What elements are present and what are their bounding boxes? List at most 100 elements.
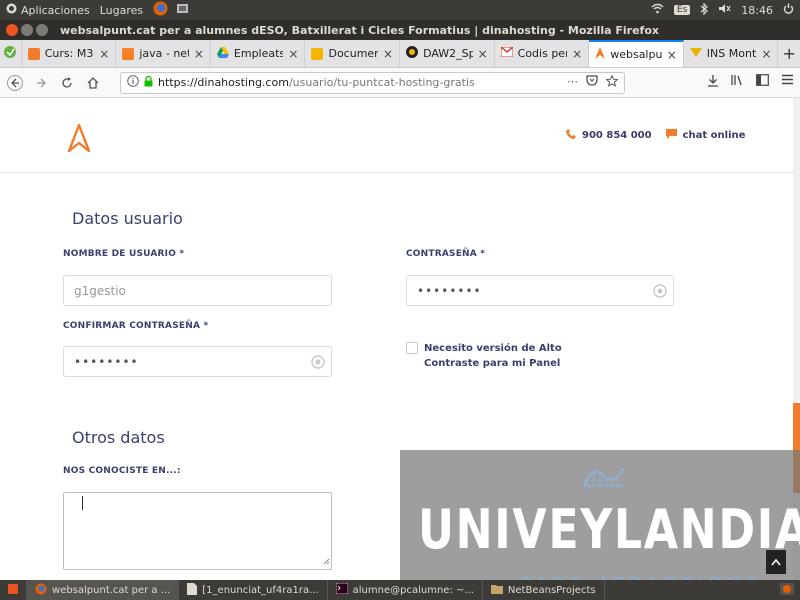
show-confirm-password-eye-icon[interactable]	[311, 355, 325, 369]
window-maximize-icon[interactable]	[36, 24, 48, 36]
confirm-password-input[interactable]: ••••••••	[63, 346, 332, 377]
firefox-icon	[35, 583, 47, 598]
scroll-to-top-button[interactable]	[766, 550, 786, 574]
site-header: 900 854 000 chat online	[0, 98, 793, 173]
taskbar-item-firefox[interactable]: websalpunt.cat per a ...	[27, 580, 180, 600]
tab-stackoverflow[interactable]: java - netbeans ×	[116, 40, 211, 67]
bluetooth-icon[interactable]	[700, 2, 709, 18]
phone-number[interactable]: 900 854 000	[582, 130, 652, 141]
window-close-icon[interactable]	[6, 24, 18, 36]
watermark-overlay: UNIVEYLANDIA PARC ATRACCIONS	[400, 450, 800, 600]
taskbar-item-label: alumne@pcalumne: ~...	[352, 584, 474, 596]
confirm-password-label: CONFIRMAR CONTRASEÑA *	[63, 321, 209, 331]
taskbar-item-terminal[interactable]: alumne@pcalumne: ~...	[328, 580, 483, 600]
tab-moodle[interactable]: Curs: M3 Progr ×	[22, 40, 117, 67]
tab-close-icon[interactable]: ×	[194, 47, 204, 61]
applications-menu[interactable]: Aplicaciones	[6, 3, 90, 17]
forward-arrow-icon[interactable]	[32, 74, 50, 92]
tab-websalpunt[interactable]: websalpunt.cat ×	[589, 40, 684, 67]
pinned-tab-icon	[3, 45, 17, 62]
system-top-panel: Aplicaciones Lugares Es 18:46	[0, 0, 800, 20]
high-contrast-label[interactable]: Necesito versión de Alto Contraste para …	[424, 341, 562, 371]
tab-close-icon[interactable]: ×	[478, 47, 488, 61]
back-arrow-icon[interactable]	[6, 74, 24, 92]
how-found-us-textarea[interactable]	[63, 492, 332, 570]
tab-ins-montsia[interactable]: INS Montsià | F ×	[684, 40, 779, 67]
tab-gmail[interactable]: Codis per a reg ×	[495, 40, 590, 67]
tab-google-drive[interactable]: Empleats: Goo ×	[211, 40, 306, 67]
password-label: CONTRASEÑA *	[406, 249, 486, 259]
rollercoaster-logo-icon	[582, 462, 626, 491]
how-found-us-label: NOS CONOCISTE EN...:	[63, 466, 181, 476]
tab-close-icon[interactable]: ×	[761, 47, 771, 61]
stackoverflow-favicon-icon	[122, 47, 135, 60]
section-title-user: Datos usuario	[72, 209, 183, 228]
chat-online-link[interactable]: chat online	[665, 129, 746, 142]
places-label: Lugares	[99, 3, 144, 17]
address-bar[interactable]: https://dinahosting.com/usuario/tu-puntc…	[120, 71, 625, 94]
new-tab-button[interactable]: +	[778, 40, 800, 67]
document-icon	[187, 582, 198, 598]
high-contrast-label-line2: Contraste para mi Panel	[424, 358, 561, 369]
applications-label: Aplicaciones	[21, 3, 90, 17]
bottom-taskbar: websalpunt.cat per a ... [1_enunciat_uf4…	[0, 580, 800, 600]
tab-label: websalpunt.cat	[610, 48, 662, 61]
downloads-icon[interactable]	[707, 74, 719, 91]
pinned-tab[interactable]	[0, 40, 22, 67]
sidebar-icon[interactable]	[756, 74, 769, 91]
chevron-up-icon	[771, 555, 781, 569]
tab-documents[interactable]: Documents ×	[305, 40, 401, 67]
resize-grip-icon[interactable]	[323, 555, 330, 568]
places-menu[interactable]: Lugares	[100, 4, 143, 17]
moodle-favicon-icon	[27, 47, 40, 60]
tab-label: Curs: M3 Progr	[44, 47, 95, 60]
folder-icon	[490, 584, 503, 597]
info-icon[interactable]	[127, 75, 139, 90]
password-input[interactable]: ••••••••	[406, 275, 674, 306]
google-drive-favicon-icon	[216, 46, 229, 61]
clock[interactable]: 18:46	[741, 4, 773, 17]
username-value: g1gestio	[74, 283, 126, 298]
navigation-toolbar: https://dinahosting.com/usuario/tu-puntc…	[0, 68, 800, 98]
dinahosting-logo-icon[interactable]	[67, 123, 91, 155]
username-input[interactable]: g1gestio	[63, 275, 332, 306]
password-value: ••••••••	[417, 283, 482, 298]
pocket-icon[interactable]	[586, 75, 598, 90]
taskbar-item-file-manager[interactable]: NetBeansProjects	[483, 580, 605, 600]
tab-label: DAW2_Sprint1	[423, 47, 473, 60]
bookmark-star-icon[interactable]	[605, 74, 619, 90]
high-contrast-checkbox[interactable]	[406, 342, 418, 354]
show-desktop-button[interactable]	[0, 580, 27, 600]
watermark-title: UNIVEYLANDIA	[418, 498, 800, 561]
wifi-icon[interactable]	[651, 3, 664, 17]
terminal-icon	[335, 582, 349, 597]
tab-close-icon[interactable]: ×	[288, 47, 298, 61]
show-password-eye-icon[interactable]	[653, 284, 667, 298]
taskbar-item-document[interactable]: [1_enunciat_uf4ra1ra...	[179, 580, 328, 600]
page-actions-icon[interactable]: ⋯	[567, 75, 578, 90]
library-icon[interactable]	[731, 74, 744, 91]
tab-github[interactable]: DAW2_Sprint1 ×	[400, 40, 495, 67]
power-icon[interactable]	[783, 3, 794, 17]
tab-close-icon[interactable]: ×	[383, 47, 393, 61]
reload-icon[interactable]	[58, 74, 76, 92]
hamburger-menu-icon[interactable]	[781, 74, 794, 91]
lock-icon	[144, 75, 153, 90]
taskbar-item-label: NetBeansProjects	[507, 584, 596, 596]
window-title-bar[interactable]: websalpunt.cat per a alumnes dESO, Batxi…	[0, 20, 800, 40]
taskbar-item-label: websalpunt.cat per a ...	[52, 584, 171, 596]
window-minimize-icon[interactable]	[21, 24, 33, 36]
home-icon[interactable]	[84, 74, 102, 92]
tab-close-icon[interactable]: ×	[667, 48, 677, 62]
workspace-switcher-icon[interactable]	[780, 582, 794, 598]
tab-close-icon[interactable]: ×	[99, 47, 109, 61]
volume-icon[interactable]	[718, 3, 731, 17]
high-contrast-label-line1: Necesito versión de Alto	[424, 343, 562, 354]
dinahosting-favicon-icon	[595, 47, 606, 62]
section-title-other: Otros datos	[72, 428, 165, 447]
keyboard-layout-indicator[interactable]: Es	[673, 5, 691, 15]
screenshot-launcher-icon[interactable]	[176, 2, 189, 18]
firefox-launcher-icon[interactable]	[153, 1, 168, 19]
chat-label: chat online	[682, 130, 746, 141]
tab-close-icon[interactable]: ×	[572, 47, 582, 61]
